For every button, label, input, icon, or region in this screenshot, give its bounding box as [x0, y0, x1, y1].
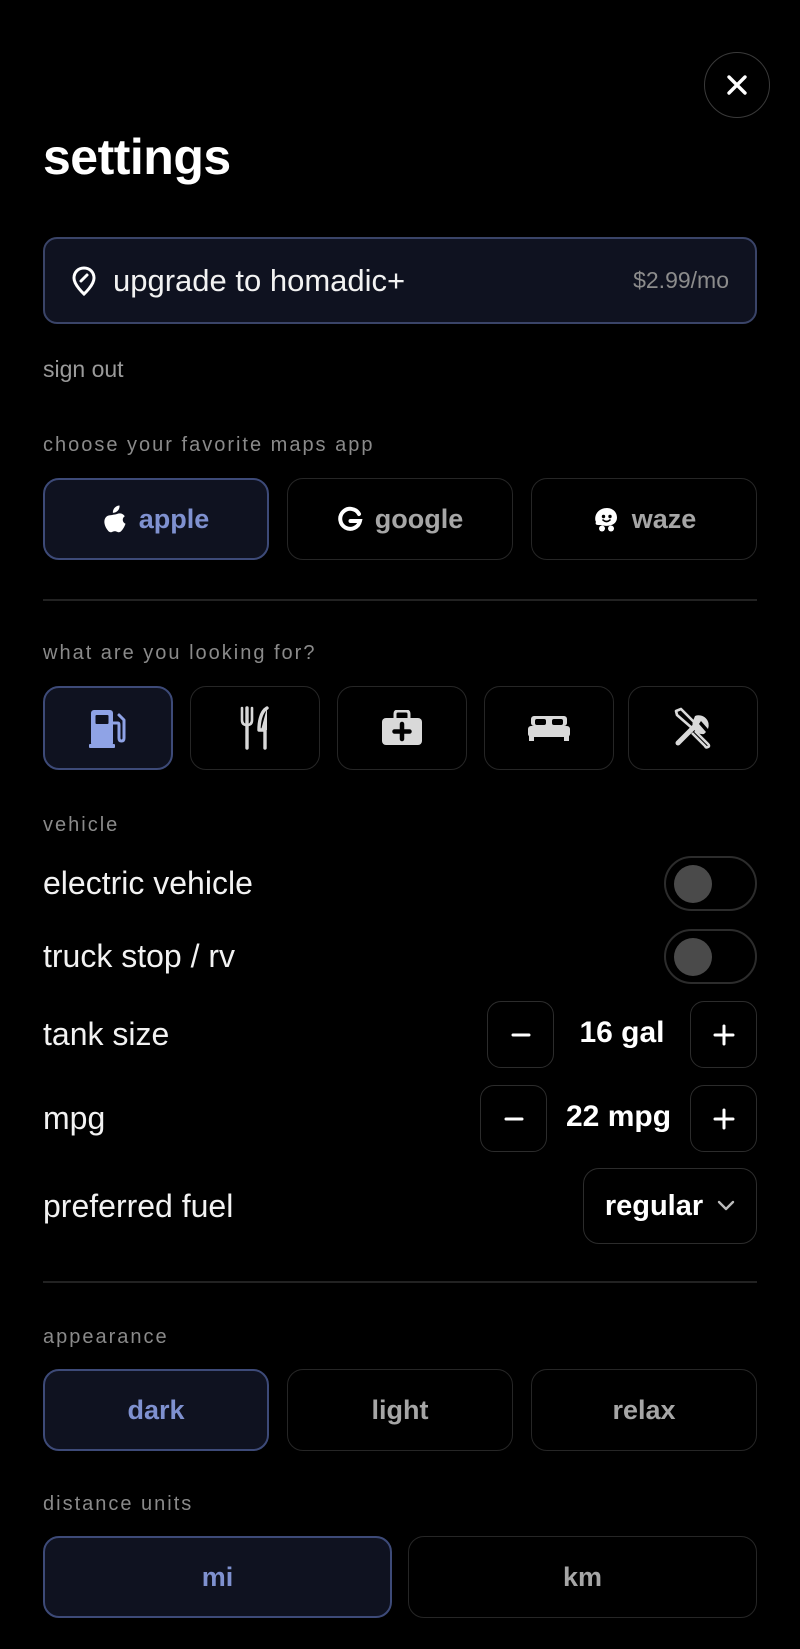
vehicle-section-label: vehicle	[43, 814, 120, 836]
maps-option-label: google	[374, 503, 464, 534]
category-lodging[interactable]	[484, 686, 614, 770]
appearance-option-light[interactable]: light	[287, 1369, 513, 1451]
maps-section-label: choose your favorite maps app	[43, 434, 375, 456]
distance-unit-label: km	[562, 1561, 603, 1592]
electric-vehicle-toggle[interactable]	[664, 856, 757, 911]
categories-section-label: what are you looking for?	[43, 642, 317, 664]
category-medical[interactable]	[337, 686, 467, 770]
close-button[interactable]	[704, 52, 770, 118]
close-icon	[727, 75, 747, 95]
distance-unit-label: mi	[201, 1561, 234, 1592]
appearance-option-dark[interactable]: dark	[43, 1369, 269, 1451]
distance-units-section-label: distance units	[43, 1493, 194, 1515]
maps-option-label: apple	[138, 503, 210, 534]
preferred-fuel-select[interactable]: regular	[583, 1168, 757, 1244]
appearance-option-label: light	[371, 1394, 429, 1425]
minus-icon	[511, 1033, 530, 1036]
apple-icon	[104, 505, 126, 533]
google-icon	[338, 506, 363, 531]
location-pin-icon	[72, 265, 96, 296]
mpg-decrement-button[interactable]	[480, 1085, 547, 1152]
preferred-fuel-value: regular	[604, 1189, 704, 1222]
preferred-fuel-label: preferred fuel	[43, 1188, 234, 1224]
toggle-knob	[674, 865, 712, 903]
truck-stop-toggle[interactable]	[664, 929, 757, 984]
tank-size-label: tank size	[43, 1016, 170, 1052]
electric-vehicle-label: electric vehicle	[43, 865, 253, 901]
minus-icon	[504, 1117, 523, 1120]
tank-size-increment-button[interactable]	[690, 1001, 757, 1068]
bed-icon	[528, 716, 570, 741]
distance-unit-mi[interactable]: mi	[43, 1536, 392, 1618]
mpg-value: 22 mpg	[565, 1100, 672, 1133]
maps-option-label: waze	[631, 503, 697, 534]
category-fuel[interactable]	[43, 686, 173, 770]
maps-option-apple[interactable]: apple	[43, 478, 269, 560]
toggle-knob	[674, 938, 712, 976]
maps-option-google[interactable]: google	[287, 478, 513, 560]
mpg-increment-button[interactable]	[690, 1085, 757, 1152]
distance-unit-km[interactable]: km	[408, 1536, 757, 1618]
category-food[interactable]	[190, 686, 320, 770]
waze-icon	[594, 508, 617, 532]
tools-icon	[674, 707, 711, 749]
appearance-option-label: dark	[127, 1394, 185, 1425]
fork-knife-icon	[240, 706, 269, 750]
plus-icon	[713, 1108, 734, 1129]
chevron-down-icon	[717, 1200, 735, 1211]
divider	[43, 599, 757, 601]
appearance-section-label: appearance	[43, 1326, 169, 1348]
sign-out-link[interactable]: sign out	[43, 356, 124, 383]
divider	[43, 1281, 757, 1283]
mpg-label: mpg	[43, 1100, 106, 1136]
gas-pump-icon	[89, 710, 126, 748]
medical-kit-icon	[382, 710, 422, 745]
upgrade-label: upgrade to homadic+	[113, 262, 406, 298]
category-service[interactable]	[628, 686, 758, 770]
tank-size-decrement-button[interactable]	[487, 1001, 554, 1068]
truck-stop-label: truck stop / rv	[43, 938, 236, 974]
upgrade-button[interactable]: upgrade to homadic+ $2.99/mo	[43, 237, 757, 324]
appearance-option-relax[interactable]: relax	[531, 1369, 757, 1451]
plus-icon	[713, 1024, 734, 1045]
appearance-option-label: relax	[612, 1394, 676, 1425]
tank-size-value: 16 gal	[579, 1016, 665, 1049]
maps-option-waze[interactable]: waze	[531, 478, 757, 560]
upgrade-price: $2.99/mo	[633, 267, 729, 293]
page-title: settings	[43, 129, 231, 185]
